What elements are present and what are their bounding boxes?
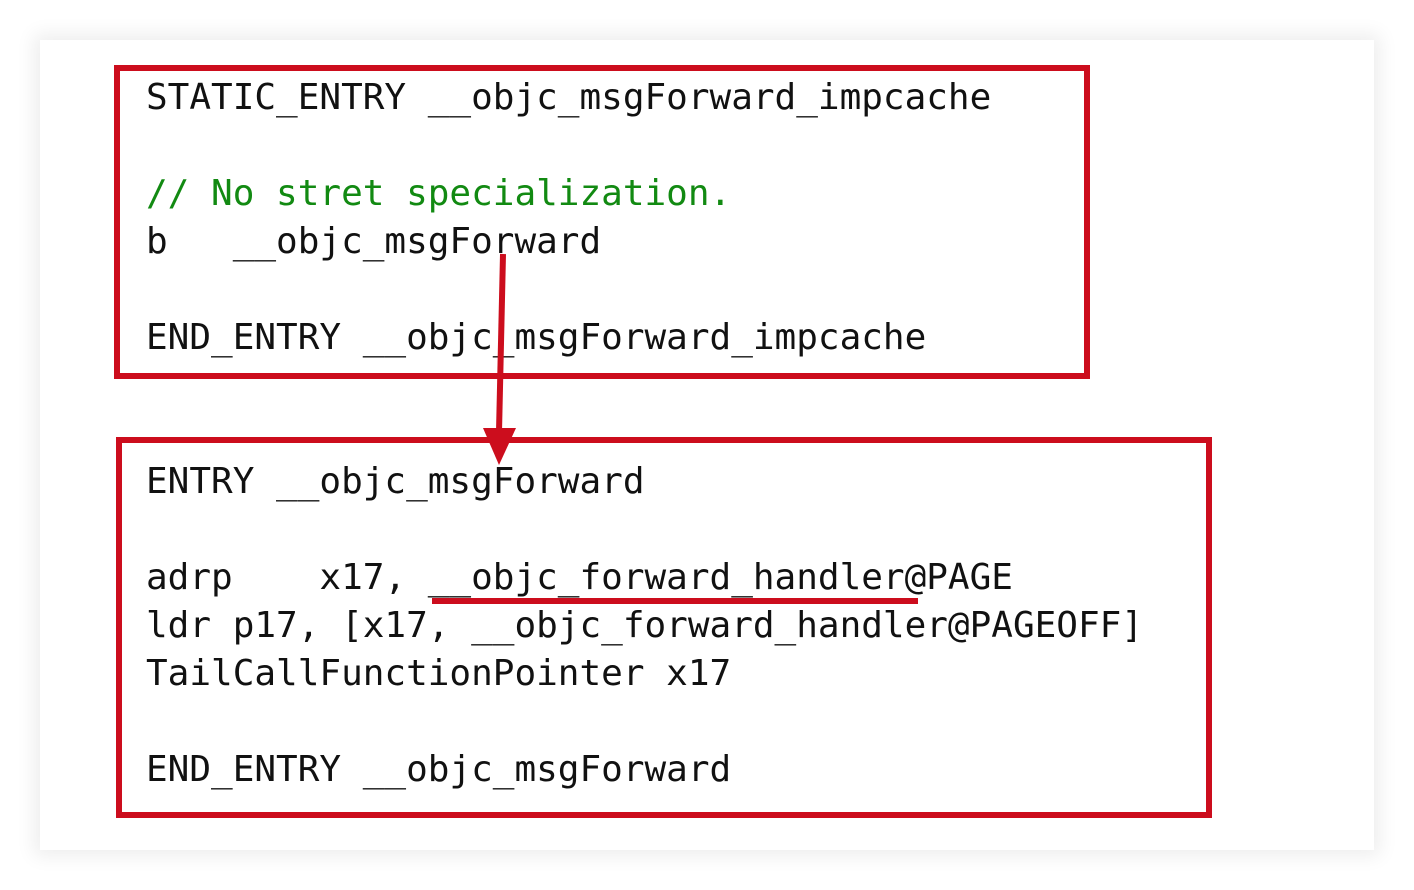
code-block-msgforward: ENTRY __objc_msgForwardadrp x17, __objc_… (146, 458, 1143, 794)
code-line: END_ENTRY __objc_msgForward (146, 749, 732, 790)
code-line: ldr p17, [x17, __objc_forward_handler@PA… (146, 605, 1143, 646)
code-line: ENTRY __objc_msgForward (146, 461, 645, 502)
code-line: adrp x17, __objc_forward_handler@PAGE (146, 557, 1013, 598)
code-line: b __objc_msgForward (146, 221, 602, 262)
code-line: STATIC_ENTRY __objc_msgForward_impcache (146, 77, 992, 118)
code-comment: // No stret specialization. (146, 173, 732, 214)
code-line: END_ENTRY __objc_msgForward_impcache (146, 317, 927, 358)
code-block-impcache: STATIC_ENTRY __objc_msgForward_impcache /… (146, 74, 991, 362)
code-line: TailCallFunctionPointer x17 (146, 653, 732, 694)
